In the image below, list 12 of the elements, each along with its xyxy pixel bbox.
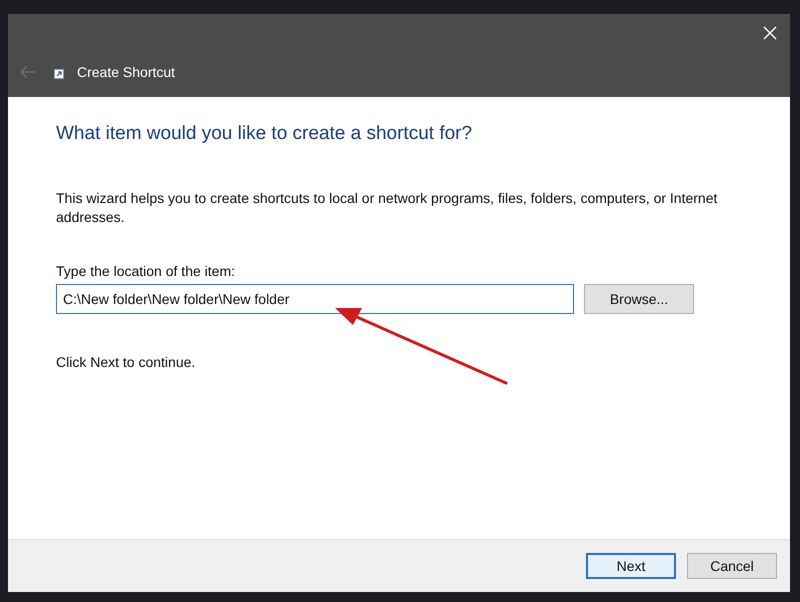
close-icon (763, 26, 777, 40)
field-label: Type the location of the item: (56, 263, 236, 279)
shortcut-icon (54, 69, 64, 79)
location-field[interactable]: C:\New folder\New folder\New folder (56, 284, 574, 314)
dialog-button[interactable]: Cancel (687, 553, 777, 579)
back-arrow-icon (20, 65, 36, 79)
description-text: This wizard helps you to create shortcuts to local or network programs, files, folders, computers, or Internet addresses. (56, 189, 718, 227)
window-title: Create Shortcut (77, 64, 176, 80)
wizard-heading: What item would you like to create a shortcut for? (56, 123, 474, 145)
hint-text: Click Next to continue. (56, 354, 196, 370)
dialog-button[interactable]: Next (586, 553, 676, 579)
browse-button[interactable]: Browse... (584, 284, 694, 314)
